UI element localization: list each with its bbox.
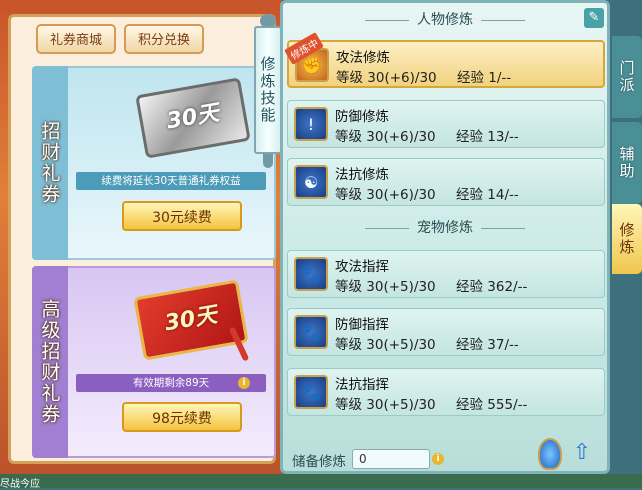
skill-row-attack-magic[interactable]: ✊ 修炼中 攻法修炼 等级 30(+6)/30 经验 1/-- [284, 32, 605, 88]
edit-icon[interactable]: ✎ [584, 8, 604, 28]
skill-exp: 经验 37/-- [456, 337, 519, 353]
skill-row-pet-attack[interactable]: 🐾 攻法指挥 等级 30(+5)/30 经验 362/-- [287, 250, 605, 298]
tab-cultivate[interactable]: 修炼 [612, 204, 642, 274]
skill-row-magic-resist[interactable]: ☯ 法抗修炼 等级 30(+6)/30 经验 14/-- [287, 158, 605, 206]
cultivation-skill-scroll[interactable]: 修炼技能 [254, 26, 282, 154]
renew-98-button[interactable]: 98元续费 [122, 402, 242, 432]
bottom-bar [0, 474, 642, 488]
tab-coupon-mall[interactable]: 礼券商城 [36, 24, 116, 54]
skill-name: 防御修炼 [335, 109, 389, 125]
skill-level: 等级 30(+5)/30 [335, 397, 436, 413]
shield-icon: ! [294, 107, 328, 141]
reserve-cultivation-label: 储备修炼 [292, 454, 346, 470]
renew-30-button[interactable]: 30元续费 [122, 201, 242, 231]
skill-name: 防御指挥 [335, 317, 389, 333]
fortune-coupon-note: 续费将延长30天普通礼券权益 [76, 172, 266, 190]
paw-shield-icon: 🐾 [294, 315, 328, 349]
paw-magic-icon: 🐾 [294, 375, 328, 409]
pet-cultivation-title: 宠物修炼 [282, 216, 608, 240]
skill-exp: 经验 14/-- [456, 187, 519, 203]
taiji-icon: ☯ [294, 165, 328, 199]
skill-name: 攻法修炼 [336, 50, 390, 66]
skill-exp: 经验 1/-- [457, 70, 512, 86]
tab-sect[interactable]: 门派 [612, 36, 642, 118]
potion-icon[interactable] [538, 438, 562, 470]
skill-level: 等级 30(+6)/30 [335, 187, 436, 203]
fortune-coupon-label: 招财礼券 [32, 66, 68, 260]
character-cultivation-title: 人物修炼 [282, 8, 608, 32]
skill-level: 等级 30(+5)/30 [335, 279, 436, 295]
skill-row-pet-defense[interactable]: 🐾 防御指挥 等级 30(+5)/30 经验 37/-- [287, 308, 605, 356]
premium-coupon-label: 高级招财礼券 [32, 266, 68, 458]
info-icon[interactable]: i [432, 453, 444, 465]
tab-assist[interactable]: 辅助 [612, 122, 642, 204]
info-icon[interactable]: i [238, 377, 250, 389]
skill-level: 等级 30(+6)/30 [335, 129, 436, 145]
skill-name: 法抗指挥 [335, 377, 389, 393]
skill-name: 攻法指挥 [335, 259, 389, 275]
skill-row-defense[interactable]: ! 防御修炼 等级 30(+6)/30 经验 13/-- [287, 100, 605, 148]
skill-name: 法抗修炼 [335, 167, 389, 183]
skill-exp: 经验 13/-- [456, 129, 519, 145]
reserve-cultivation-value: 0 [352, 449, 430, 469]
skill-exp: 经验 555/-- [456, 397, 528, 413]
skill-level: 等级 30(+6)/30 [336, 70, 437, 86]
skill-level: 等级 30(+5)/30 [335, 337, 436, 353]
skill-exp: 经验 362/-- [456, 279, 528, 295]
skill-row-pet-magic-resist[interactable]: 🐾 法抗指挥 等级 30(+5)/30 经验 555/-- [287, 368, 605, 416]
upgrade-arrow-icon[interactable]: ⇧ [572, 440, 592, 466]
paw-attack-icon: 🐾 [294, 257, 328, 291]
tab-points-exchange[interactable]: 积分兑换 [124, 24, 204, 54]
scroll-tassel-icon [263, 154, 273, 168]
